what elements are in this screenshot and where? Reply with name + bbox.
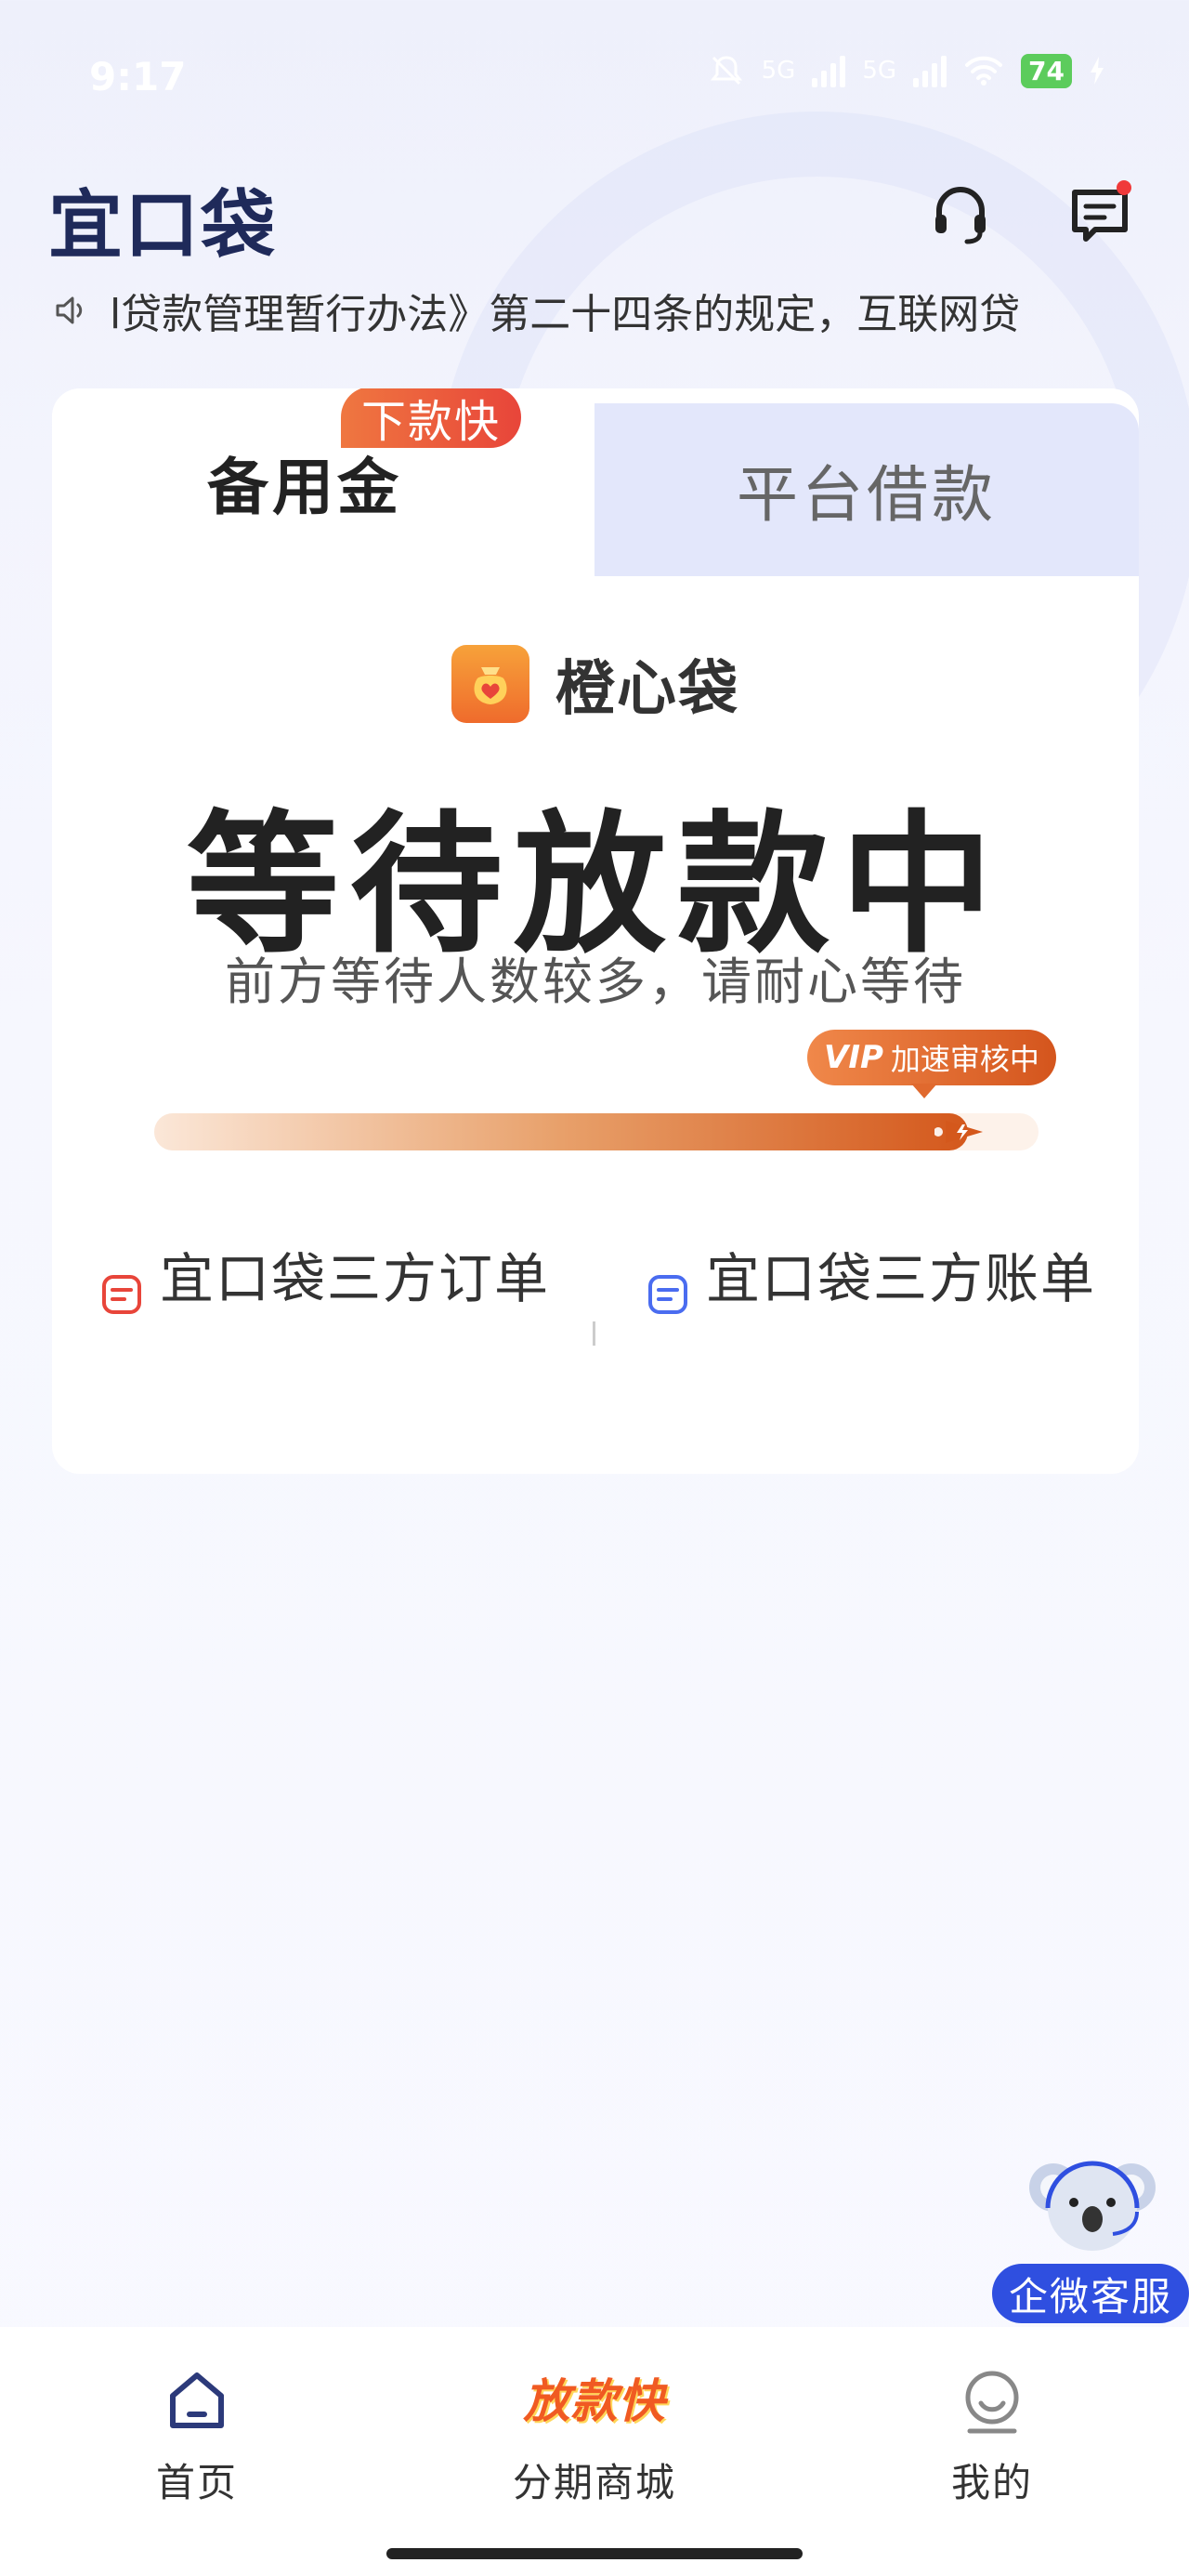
status-time: 9:17 (89, 54, 187, 99)
progress-track (154, 1113, 1039, 1150)
network-label-2: 5G (862, 57, 897, 85)
app-logo: 宜口袋 (48, 182, 277, 269)
mute-bell-icon (710, 56, 742, 85)
wifi-icon (965, 56, 1003, 85)
tab-platform-loan-label: 平台借款 (737, 459, 997, 531)
app-header: 宜口袋 (0, 149, 1189, 269)
koala-mascot-icon (1029, 2161, 1156, 2251)
customer-service-button[interactable] (923, 177, 998, 251)
third-party-orders-link[interactable]: 宜口袋三方订单 (100, 1232, 550, 1325)
link-divider (593, 1321, 595, 1346)
order-doc-icon (102, 1275, 141, 1314)
profile-icon (965, 2371, 1019, 2434)
fast-payout-tag: 下款快 (341, 388, 522, 448)
status-icons: 5G 5G 74 (708, 52, 1105, 89)
notice-bar[interactable]: l贷款管理暂行办法》第二十四条的规定，互联网贷 (52, 277, 1139, 344)
third-party-bills-link[interactable]: 宜口袋三方账单 (647, 1232, 1096, 1325)
vip-label: VIP (824, 1039, 883, 1076)
headset-icon (935, 187, 986, 244)
nav-installment-mall[interactable]: 放款快 分期商城 (455, 2364, 734, 2508)
lender-logo-icon (451, 645, 529, 723)
unread-dot (1117, 180, 1131, 195)
network-label-1: 5G (761, 57, 796, 85)
notice-text: l贷款管理暂行办法》第二十四条的规定，互联网贷 (110, 291, 1021, 338)
vip-status-label: 加速审核中 (890, 1042, 1039, 1077)
speaker-icon (56, 296, 83, 324)
lender-name: 橙心袋 (555, 655, 739, 724)
fast-payout-badge: 放款快 (523, 2374, 666, 2428)
nav-home-label: 首页 (155, 2460, 238, 2505)
signal-icon-2 (913, 54, 947, 87)
progress-fill (154, 1113, 983, 1150)
wecom-service-label: 企微客服 (992, 2264, 1189, 2323)
status-subtitle: 前方等待人数较多，请耐心等待 (225, 953, 966, 1011)
wecom-service-button[interactable]: 企微客服 (992, 2150, 1189, 2327)
nav-home[interactable]: 首页 (58, 2364, 336, 2508)
rocket-icon (934, 1121, 983, 1143)
battery-indicator: 74 (1021, 53, 1072, 88)
home-indicator (386, 2548, 803, 2559)
nav-mall-label: 分期商城 (512, 2460, 676, 2505)
charging-icon (1091, 57, 1104, 85)
third-party-bills-label: 宜口袋三方账单 (706, 1247, 1097, 1310)
loan-card: 平台借款 备用金 下款快 橙心袋 等待放款中 前方等待人数较多，请耐心等待 VI… (52, 388, 1139, 1474)
nav-mine[interactable]: 我的 (853, 2364, 1131, 2508)
lender-info: 橙心袋 (52, 641, 1139, 727)
order-links: 宜口袋三方订单 宜口袋三方账单 (52, 1232, 1139, 1418)
nav-mine-label: 我的 (950, 2460, 1033, 2505)
vip-speed-badge: VIP 加速审核中 (807, 1030, 1056, 1098)
message-button[interactable] (1063, 177, 1137, 251)
signal-icon (812, 54, 846, 87)
home-icon (170, 2372, 224, 2428)
tab-reserve-fund-label: 备用金 (207, 452, 402, 523)
bill-doc-icon (648, 1275, 687, 1314)
status-bar: 9:17 5G 5G 74 (0, 0, 1189, 149)
bottom-nav: 首页 放款快 分期商城 我的 (0, 2327, 1189, 2576)
tab-platform-loan[interactable]: 平台借款 (594, 403, 1139, 576)
third-party-orders-label: 宜口袋三方订单 (160, 1247, 551, 1310)
